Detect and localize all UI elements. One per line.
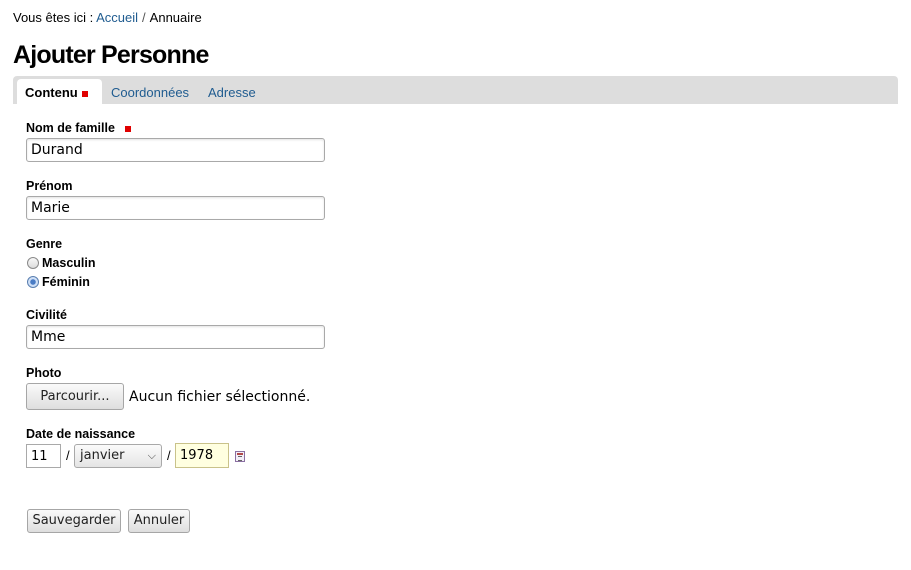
chevron-down-icon: ⌵ xyxy=(147,449,156,462)
browse-button[interactable]: Parcourir... xyxy=(26,383,124,410)
tab-bar: Contenu Coordonnées Adresse xyxy=(13,76,898,104)
tab-coordonnees[interactable]: Coordonnées xyxy=(103,79,197,104)
required-marker xyxy=(81,90,88,97)
breadcrumb-separator: / xyxy=(142,10,146,25)
photo-label: Photo xyxy=(26,366,62,380)
radio-feminin[interactable] xyxy=(27,276,39,288)
prenom-input[interactable] xyxy=(26,196,325,220)
day-input[interactable] xyxy=(26,444,61,468)
tab-adresse[interactable]: Adresse xyxy=(200,79,264,104)
year-input[interactable] xyxy=(175,443,229,468)
month-select-value: janvier xyxy=(80,448,125,463)
breadcrumb-current: Annuaire xyxy=(149,10,202,25)
civilite-label: Civilité xyxy=(26,308,67,322)
genre-option-masculin[interactable]: Masculin xyxy=(27,256,96,270)
nom-input[interactable] xyxy=(26,138,325,162)
civilite-input[interactable] xyxy=(26,325,325,349)
page-title: Ajouter Personne xyxy=(13,41,209,69)
nom-label: Nom de famille xyxy=(26,121,131,135)
radio-masculin[interactable] xyxy=(27,257,39,269)
genre-option-feminin[interactable]: Féminin xyxy=(27,275,90,289)
cancel-button[interactable]: Annuler xyxy=(128,509,190,533)
date-separator: / xyxy=(66,448,70,463)
required-marker xyxy=(124,125,131,132)
tab-contenu-label: Contenu xyxy=(25,85,78,100)
genre-label: Genre xyxy=(26,237,63,251)
prenom-label: Prénom xyxy=(26,179,73,193)
tab-contenu[interactable]: Contenu xyxy=(17,79,102,104)
breadcrumb: Vous êtes ici : Accueil / Annuaire xyxy=(13,10,202,25)
date-separator: / xyxy=(167,448,171,463)
file-status: Aucun fichier sélectionné. xyxy=(129,389,311,405)
calendar-icon[interactable] xyxy=(235,451,245,462)
date-label: Date de naissance xyxy=(26,427,136,441)
radio-masculin-label: Masculin xyxy=(42,256,96,270)
nom-label-text: Nom de famille xyxy=(26,121,115,135)
breadcrumb-home-link[interactable]: Accueil xyxy=(96,10,138,25)
save-button[interactable]: Sauvegarder xyxy=(27,509,121,533)
breadcrumb-prefix: Vous êtes ici : xyxy=(13,10,94,25)
radio-feminin-label: Féminin xyxy=(42,275,90,289)
month-select[interactable]: janvier ⌵ xyxy=(74,444,162,468)
